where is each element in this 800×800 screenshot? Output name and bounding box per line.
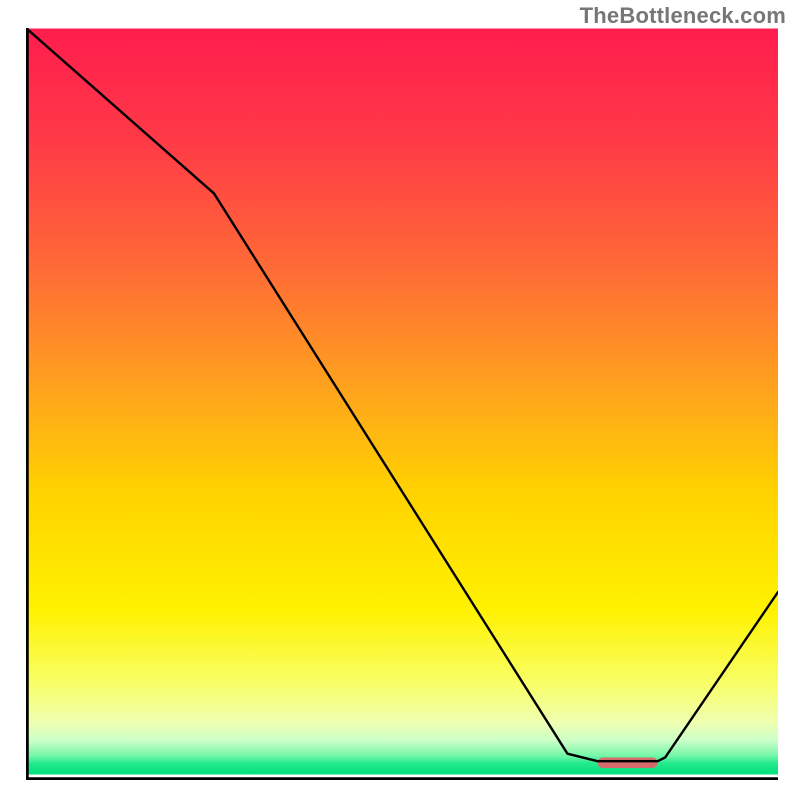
- plot-area: [26, 28, 778, 780]
- watermark-text: TheBottleneck.com: [580, 3, 786, 29]
- chart-svg: [26, 28, 778, 780]
- optimum-marker: [598, 757, 658, 768]
- gradient-background: [26, 29, 778, 775]
- chart-root: TheBottleneck.com: [0, 0, 800, 800]
